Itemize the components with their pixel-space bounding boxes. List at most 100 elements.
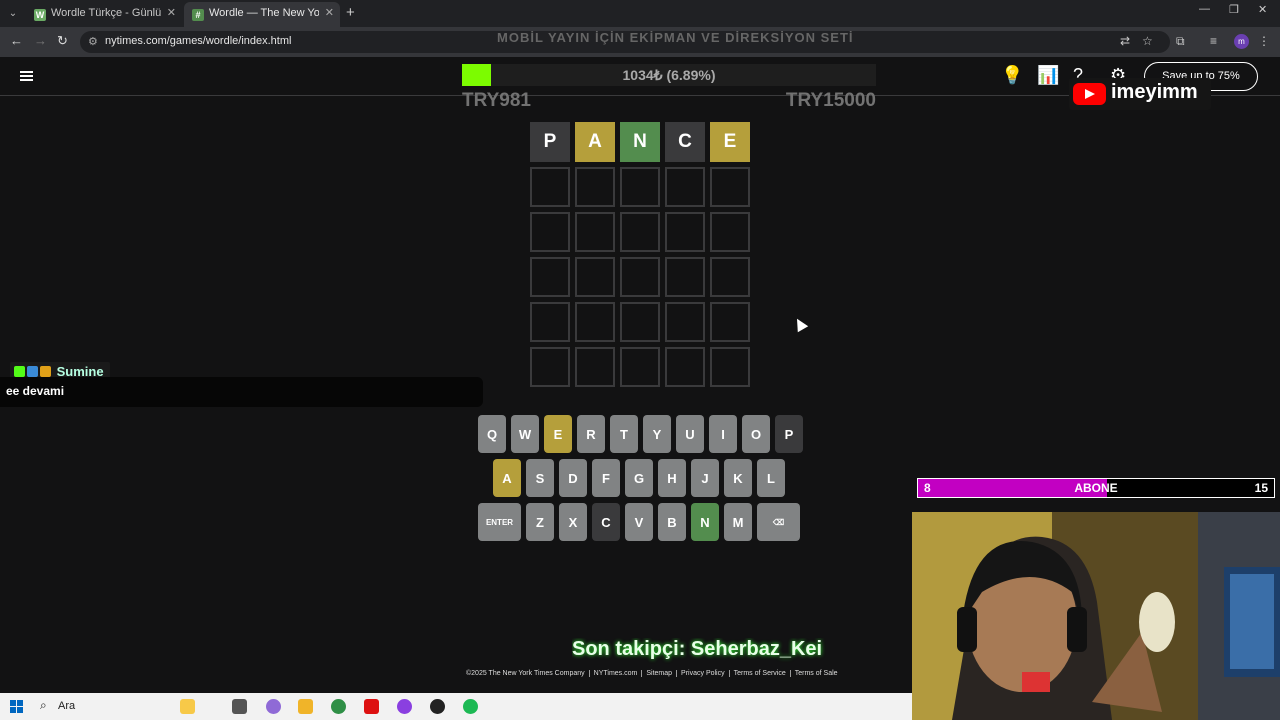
key-k[interactable]: K [724,459,752,497]
key-f[interactable]: F [592,459,620,497]
more-menu-icon[interactable]: ⋮ [1258,34,1270,48]
address-bar[interactable]: ⚙ nytimes.com/games/wordle/index.html MO… [80,30,1170,53]
bookmark-star-icon[interactable]: ☆ [1142,34,1153,48]
file-explorer-icon[interactable] [298,699,313,714]
search-icon[interactable]: ⌕ [40,698,47,713]
board-tile: N [620,122,660,162]
key-e[interactable]: E [544,415,572,453]
game-board: PANCE [530,122,750,392]
page-footer: ©2025 The New York Times Company NYTimes.… [466,670,842,677]
reload-icon[interactable]: ↻ [57,33,68,49]
key-a[interactable]: A [493,459,521,497]
key-m[interactable]: M [724,503,752,541]
key-z[interactable]: Z [526,503,554,541]
key-s[interactable]: S [526,459,554,497]
tab-title: Wordle — The New York Times [209,7,319,19]
board-row [530,212,750,252]
hamburger-menu-icon[interactable] [20,71,33,81]
board-tile: A [575,122,615,162]
browser-tab-strip: ⌄ W Wordle Türkçe - Günlük Kelime ✕ # Word… [0,0,1280,27]
key-g[interactable]: G [625,459,653,497]
profile-avatar[interactable]: m [1234,34,1249,49]
donation-start-value: TRY981 [462,90,531,111]
chrome-icon[interactable] [331,699,346,714]
tab-wordle-nyt[interactable]: # Wordle — The New York Times ✕ [184,2,340,27]
close-window-icon[interactable]: ✕ [1258,3,1267,16]
key-enter[interactable]: ENTER [478,503,521,541]
board-row [530,302,750,342]
media-control-icon[interactable]: ≡ [1210,34,1217,48]
key-y[interactable]: Y [643,415,671,453]
obs-icon[interactable] [430,699,445,714]
key-t[interactable]: T [610,415,638,453]
key-n[interactable]: N [691,503,719,541]
tab-search-icon[interactable]: ⌄ [4,5,22,23]
extensions-icon[interactable]: ⧉ [1176,34,1185,49]
footer-link[interactable]: Terms of Service [728,670,790,677]
subscriber-goal-bar: 8 ABONE 15 [917,478,1275,498]
tab-wordle-turkce[interactable]: W Wordle Türkçe - Günlük Kelime ✕ [26,2,182,27]
key-r[interactable]: R [577,415,605,453]
key-o[interactable]: O [742,415,770,453]
stats-icon[interactable]: 📊 [1037,65,1059,86]
board-tile [530,302,570,342]
kick-badge-icon [14,366,25,377]
hint-bulb-icon[interactable]: 💡 [1001,65,1023,86]
key-j[interactable]: J [691,459,719,497]
key-d[interactable]: D [559,459,587,497]
windows-taskbar: ⌕ Ara [0,693,912,720]
board-tile [665,257,705,297]
footer-link[interactable]: Terms of Sale [789,670,842,677]
close-tab-icon[interactable]: ✕ [325,2,334,25]
wordle-favicon-icon: W [34,9,46,21]
key-q[interactable]: Q [478,415,506,453]
key-u[interactable]: U [676,415,704,453]
close-tab-icon[interactable]: ✕ [167,2,176,25]
key-b[interactable]: B [658,503,686,541]
site-info-icon[interactable]: ⚙ [88,35,98,48]
subscriber-goal: 15 [1254,481,1268,495]
chat-message: ee devami [0,377,483,407]
board-tile [710,347,750,387]
task-view-icon[interactable] [232,699,247,714]
key-v[interactable]: V [625,503,653,541]
footer-link[interactable]: Privacy Policy [676,670,729,677]
key-i[interactable]: I [709,415,737,453]
new-tab-icon[interactable]: + [346,4,355,21]
key-h[interactable]: H [658,459,686,497]
minimize-icon[interactable]: — [1199,3,1210,15]
translate-icon[interactable]: ⇄ [1120,34,1130,48]
spotify-icon[interactable] [463,699,478,714]
key-backspace[interactable]: ⌫ [757,503,800,541]
url-text: nytimes.com/games/wordle/index.html [105,35,292,47]
wps-office-icon[interactable] [364,699,379,714]
footer-link[interactable]: NYTimes.com [588,670,642,677]
board-tile [665,212,705,252]
footer-link: ©2025 The New York Times Company [466,670,585,677]
board-row [530,257,750,297]
board-tile [575,347,615,387]
board-tile: C [665,122,705,162]
key-c[interactable]: C [592,503,620,541]
key-p[interactable]: P [775,415,803,453]
copilot-spark-icon[interactable] [180,699,195,714]
key-l[interactable]: L [757,459,785,497]
board-row [530,167,750,207]
key-w[interactable]: W [511,415,539,453]
footer-link[interactable]: Sitemap [641,670,676,677]
board-tile [665,167,705,207]
board-tile [620,302,660,342]
mouse-cursor-icon [791,315,809,333]
board-tile [530,257,570,297]
key-x[interactable]: X [559,503,587,541]
forward-icon[interactable]: → [34,33,47,48]
taskbar-search-label[interactable]: Ara [58,700,75,712]
twitch-studio-icon[interactable] [397,699,412,714]
back-icon[interactable]: ← [10,33,23,48]
board-tile [665,347,705,387]
keyboard-row: ENTER Z X C V B N M ⌫ [478,503,802,541]
restore-icon[interactable]: ❐ [1229,3,1239,16]
copilot-icon[interactable] [266,699,281,714]
windows-start-icon[interactable] [10,700,23,713]
board-tile [710,212,750,252]
